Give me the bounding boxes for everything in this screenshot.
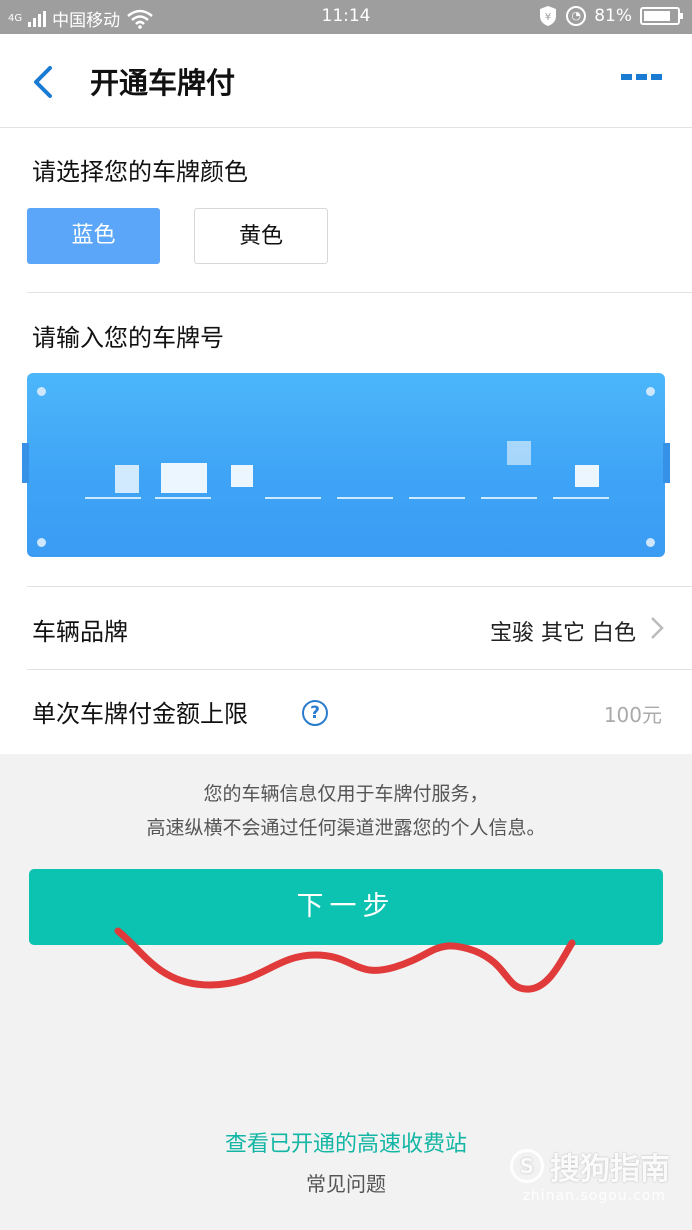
- chevron-right-icon[interactable]: [650, 616, 664, 640]
- color-option-yellow[interactable]: 黄色: [194, 208, 328, 264]
- plate-side-tab: [663, 443, 670, 483]
- help-icon[interactable]: ?: [302, 700, 328, 726]
- divider: [27, 586, 692, 587]
- divider: [27, 292, 692, 293]
- page-title: 开通车牌付: [90, 66, 236, 100]
- plate-rivet: [37, 387, 46, 396]
- nav-bar: 开通车牌付: [0, 34, 692, 128]
- plate-side-tab: [22, 443, 29, 483]
- shield-icon: ¥: [540, 6, 557, 26]
- plate-number-label: 请输入您的车牌号: [32, 324, 224, 352]
- plate-char-slot[interactable]: [265, 497, 321, 499]
- plate-rivet: [646, 538, 655, 547]
- divider: [27, 669, 692, 670]
- vehicle-brand-value[interactable]: 宝骏 其它 白色: [490, 615, 636, 647]
- sogou-watermark: S 搜狗指南: [510, 1144, 670, 1188]
- plate-char-blurred: [575, 465, 599, 487]
- vehicle-brand-label: 车辆品牌: [32, 618, 128, 646]
- payment-limit-value: 100元: [603, 703, 662, 727]
- red-scribble-annotation: [114, 927, 576, 993]
- plate-char-slot[interactable]: [85, 497, 141, 499]
- plate-char-slot[interactable]: [553, 497, 609, 499]
- plate-char-blurred: [231, 465, 253, 487]
- watermark-url: zhinan.sogou.com: [522, 1188, 666, 1204]
- plate-char-slot[interactable]: [155, 497, 211, 499]
- plate-color-label: 请选择您的车牌颜色: [32, 158, 248, 186]
- plate-char-blurred: [115, 465, 139, 493]
- plate-form-card: 请选择您的车牌颜色 蓝色 黄色 请输入您的车牌号 车辆品牌 宝骏 其它 白色 单…: [0, 128, 692, 754]
- plate-char-slot[interactable]: [337, 497, 393, 499]
- plate-rivet: [37, 538, 46, 547]
- plate-char-slot[interactable]: [409, 497, 465, 499]
- payment-limit-label: 单次车牌付金额上限: [32, 700, 248, 728]
- color-option-blue[interactable]: 蓝色: [27, 208, 160, 264]
- plate-number-input[interactable]: [22, 373, 670, 557]
- privacy-notice-line1: 您的车辆信息仅用于车牌付服务，: [203, 783, 489, 805]
- back-arrow-icon[interactable]: [28, 62, 58, 102]
- svg-text:¥: ¥: [545, 12, 551, 23]
- plate-char-slot[interactable]: [481, 497, 537, 499]
- watermark-brand: 搜狗指南: [550, 1152, 670, 1187]
- lock-rotation-icon: ◔: [566, 6, 587, 26]
- status-bar: 4G 中国移动 11:14 ¥ ◔ 81%: [0, 0, 692, 34]
- sogou-logo-icon: S: [510, 1149, 544, 1183]
- plate-rivet: [646, 387, 655, 396]
- plate-char-blurred: [161, 463, 207, 493]
- privacy-notice-line2: 高速纵横不会通过任何渠道泄露您的个人信息。: [146, 817, 546, 839]
- battery-icon: [640, 7, 683, 25]
- plate-char-blurred: [507, 441, 531, 465]
- battery-percent: 81%: [594, 6, 632, 26]
- more-options-icon[interactable]: [621, 74, 662, 80]
